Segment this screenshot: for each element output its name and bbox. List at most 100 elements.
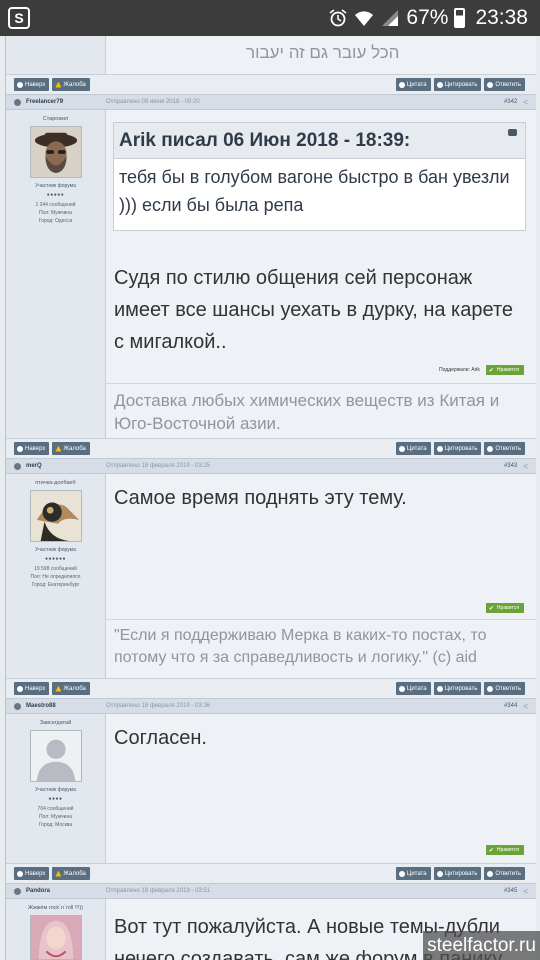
warning-icon [55,81,62,88]
report-button[interactable]: Жалоба [52,682,90,695]
avatar[interactable] [29,490,82,542]
quote-block: Arik писал 06 Июн 2018 - 18:39: тебя бы … [113,122,526,231]
chat-bubble-icon [436,870,443,877]
post-action-bar: Наверх Жалоба Цитата Цитировать Ответить [6,863,536,883]
post-number[interactable]: #344 [504,703,517,709]
report-button[interactable]: Жалоба [52,78,90,91]
top-button[interactable]: Наверх [14,442,50,455]
multiquote-button[interactable]: Цитировать [433,682,482,695]
avatar-image [30,127,81,177]
post-text: Согласен. [114,727,207,749]
multiquote-button[interactable]: Цитировать [433,442,482,455]
arrow-up-icon [17,445,23,452]
user-gender: Пол: Мужчина [39,814,72,820]
arrow-up-icon [17,81,23,88]
post-number[interactable]: #342 [504,99,517,105]
avatar-image [30,916,81,959]
top-button[interactable]: Наверх [14,867,50,880]
post-signature: Доставка любых химических веществ из Кит… [106,383,536,438]
post-header: merQ Отправлено 18 февраля 2019 - 03:25 … [6,458,536,474]
user-stats: 1 244 сообщений Пол: Мужчина Город: Одес… [35,201,75,225]
reputation-stars: ●●●●● [46,192,65,198]
post-date[interactable]: Отправлено 09 июня 2018 - 09:20 [106,99,200,105]
post-author[interactable]: Freelancer79 [26,99,106,105]
avatar[interactable] [29,126,82,178]
warning-icon [55,445,62,452]
post-number[interactable]: #343 [504,463,517,469]
post-date[interactable]: Отправлено 18 февраля 2019 - 03:51 [106,888,210,894]
like-button[interactable]: ✔ Нравится [485,603,524,613]
post-count: 704 сообщений [37,806,74,812]
post-action-bar: Наверх Жалоба Цитата Цитировать Ответить [6,438,536,458]
previous-post-tail: הכל עובר גם זה יעבור [6,36,536,74]
post-action-bar: Наверх Жалоба Цитата Цитировать Ответить [6,678,536,698]
top-button[interactable]: Наверх [14,78,50,91]
check-icon: ✔ [488,367,494,374]
default-avatar-icon [30,731,81,781]
user-title: Старожил [42,116,69,122]
arrow-up-icon [17,870,23,877]
online-status-icon [14,887,21,895]
share-icon[interactable]: < [523,98,528,107]
forum-thread: הכל עובר גם זה יעבור Наверх Жалоба Цитат… [5,36,536,960]
post-signature: הכל עובר גם זה יעבור [246,43,400,62]
reply-button[interactable]: Ответить [484,867,525,880]
share-icon[interactable]: < [523,702,528,711]
multiquote-button[interactable]: Цитировать [433,867,482,880]
user-city: Город: Екатеринбург [31,582,80,588]
user-info: Завсегдатай Участник форума ●●●● 704 соо… [6,714,106,863]
wifi-icon [355,11,374,26]
likes-row: Поддержали: Arik ✔ Нравится [439,365,524,375]
liked-by: Поддержали: Arik [439,367,480,373]
post-author[interactable]: Pandora [26,888,106,894]
user-gender: Пол: Не определился [30,574,81,580]
post-author[interactable]: merQ [26,463,106,469]
report-button[interactable]: Жалоба [52,867,90,880]
user-stats: 704 сообщений Пол: Мужчина Город: Москва [38,805,74,829]
likes-row: ✔ Нравится [485,603,524,613]
post-content: Согласен. ✔ Нравится [106,714,536,863]
post-action-bar: Наверх Жалоба Цитата Цитировать Ответить [6,74,536,94]
multiquote-button[interactable]: Цитировать [433,78,482,91]
quote-button[interactable]: Цитата [395,867,431,880]
quote-button[interactable]: Цитата [395,682,431,695]
post-signature: "Если я поддерживаю Мерка в каких-то пос… [106,619,536,678]
user-info: Жжжём rock`n`roll !!!)) [6,899,106,960]
alarm-icon [329,9,347,27]
reply-button[interactable]: Ответить [484,78,525,91]
reply-button[interactable]: Ответить [484,682,525,695]
reply-button[interactable]: Ответить [484,442,525,455]
reputation-stars: ●●●●●● [44,556,67,562]
watermark: steelfactor.ru [423,931,540,960]
quote-button[interactable]: Цитата [395,442,431,455]
post-count: 1 244 сообщений [35,202,76,208]
avatar[interactable] [29,730,82,782]
post-number[interactable]: #345 [504,888,517,894]
post-date[interactable]: Отправлено 18 февраля 2019 - 03:25 [106,463,210,469]
share-icon[interactable]: < [523,462,528,471]
quote-link-icon[interactable] [508,129,517,136]
report-button[interactable]: Жалоба [52,442,90,455]
user-info: Старожил Участник форума ●●●●● 1 244 соо… [6,110,106,438]
user-rank: Участник форума [35,787,76,793]
chat-bubble-icon [398,685,405,692]
quote-button[interactable]: Цитата [395,78,431,91]
post-author[interactable]: Maestro88 [26,703,106,709]
avatar[interactable] [29,915,82,960]
online-status-icon [14,462,21,470]
post-content: Самое время поднять эту тему. ✔ Нравится … [106,474,536,678]
share-icon[interactable]: < [523,887,528,896]
reply-icon [487,870,494,877]
user-title: птичка-долбаеб [35,480,76,486]
user-city: Город: Москва [38,822,73,828]
user-title: Завсегдатай [39,720,72,726]
post: птичка-долбаеб Участник форума ●●●●●● 19… [6,474,536,678]
like-button[interactable]: ✔ Нравится [485,365,524,375]
like-button[interactable]: ✔ Нравится [485,845,524,855]
quote-header: Arik писал 06 Июн 2018 - 18:39: [114,123,525,159]
screen: { "status_bar": { "app_icon": "S", "batt… [0,0,540,960]
post-date[interactable]: Отправлено 18 февраля 2019 - 03:36 [106,703,210,709]
top-button[interactable]: Наверх [14,682,50,695]
reputation-stars: ●●●● [48,796,63,802]
post: Старожил Участник форума ●●●●● 1 244 соо… [6,110,536,438]
